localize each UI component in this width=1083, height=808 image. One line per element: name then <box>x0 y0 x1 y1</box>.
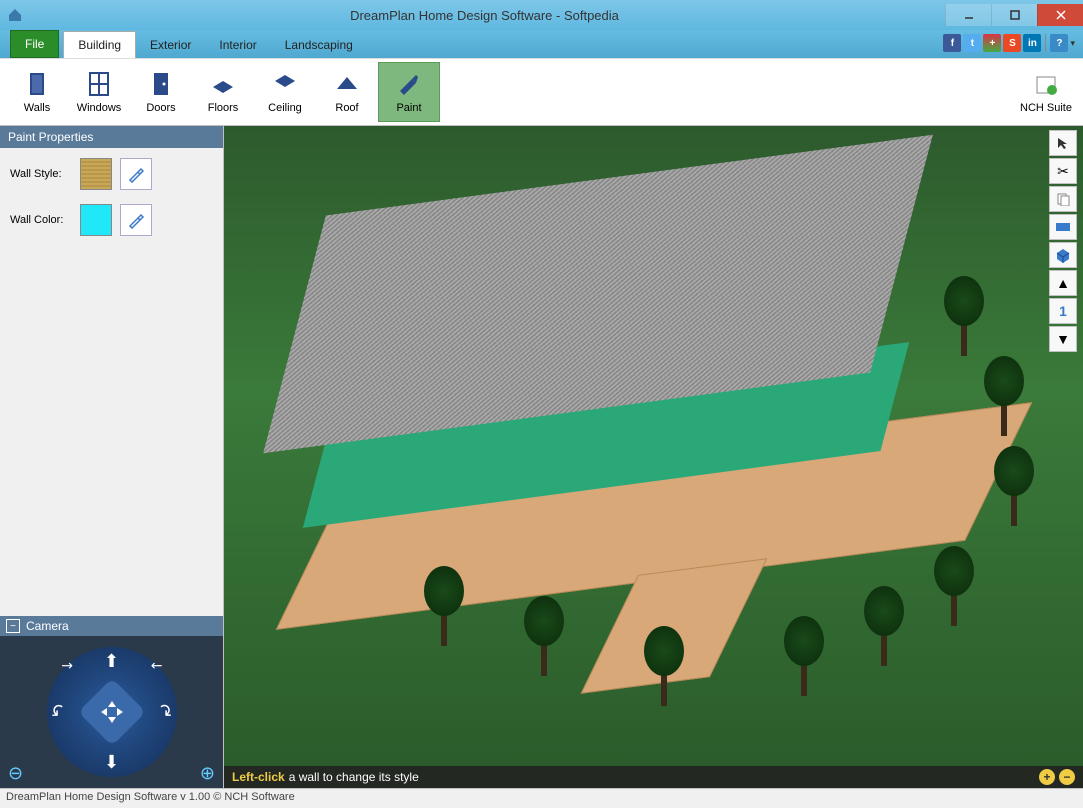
eyedropper-icon <box>127 165 145 183</box>
camera-body: ⬆ ⬇ ↶ ↷ ↘ ↙ ⊖ ⊕ <box>0 636 223 788</box>
hint-zoom-out[interactable]: − <box>1059 769 1075 785</box>
ribbon-windows[interactable]: Windows <box>68 62 130 122</box>
divider <box>1045 34 1046 52</box>
maximize-button[interactable] <box>991 4 1037 26</box>
wall-style-eyedropper[interactable] <box>120 158 152 190</box>
ribbon-ceiling[interactable]: Ceiling <box>254 62 316 122</box>
tree <box>934 546 974 626</box>
tab-strip: File Building Exterior Interior Landscap… <box>0 30 1083 58</box>
camera-rotate-left[interactable]: ↶ <box>45 699 71 725</box>
ribbon-roof[interactable]: Roof <box>316 62 378 122</box>
properties-body: Wall Style: Wall Color: <box>0 148 223 616</box>
camera-title: Camera <box>26 619 69 633</box>
eyedropper-icon <box>127 211 145 229</box>
minimize-button[interactable] <box>945 4 991 26</box>
floors-icon <box>209 70 237 98</box>
facebook-icon[interactable]: f <box>943 34 961 52</box>
tree <box>984 356 1024 436</box>
doors-icon <box>147 70 175 98</box>
camera-rotate-right[interactable]: ↷ <box>152 699 178 725</box>
home-icon[interactable] <box>6 6 24 24</box>
social-bar: f t + S in ? ▾ <box>943 34 1075 52</box>
wall-style-row: Wall Style: <box>10 158 213 190</box>
wall-color-label: Wall Color: <box>10 214 72 226</box>
viewport-3d[interactable]: ✂ ▲ 1 ▼ Left-click a wall to change its … <box>224 126 1083 788</box>
help-dropdown-icon[interactable]: ▾ <box>1070 38 1075 49</box>
left-panel: Paint Properties Wall Style: Wall Color:… <box>0 126 224 788</box>
tab-interior[interactable]: Interior <box>205 32 270 58</box>
windows-icon <box>85 70 113 98</box>
hint-zoom-in[interactable]: + <box>1039 769 1055 785</box>
hint-highlight: Left-click <box>232 770 285 784</box>
camera-tilt-up-right[interactable]: ↙ <box>146 655 166 675</box>
tree <box>784 616 824 696</box>
ribbon: Walls Windows Doors Floors Ceiling Roof … <box>0 58 1083 126</box>
tool-level-indicator[interactable]: 1 <box>1049 298 1077 324</box>
tool-level-up[interactable]: ▲ <box>1049 270 1077 296</box>
tool-pointer[interactable] <box>1049 130 1077 156</box>
help-icon[interactable]: ? <box>1050 34 1068 52</box>
ribbon-nch-suite[interactable]: NCH Suite <box>1015 62 1077 122</box>
wall-color-eyedropper[interactable] <box>120 204 152 236</box>
tree <box>524 596 564 676</box>
wall-color-swatch[interactable] <box>80 204 112 236</box>
camera-move-down[interactable]: ⬇ <box>104 752 119 773</box>
title-bar: DreamPlan Home Design Software - Softped… <box>0 0 1083 30</box>
camera-zoom-in[interactable]: ⊕ <box>200 763 215 784</box>
main-area: Paint Properties Wall Style: Wall Color:… <box>0 126 1083 788</box>
right-toolbar: ✂ ▲ 1 ▼ <box>1049 130 1079 352</box>
camera-header: − Camera <box>0 616 223 636</box>
tree <box>424 566 464 646</box>
tool-scissors[interactable]: ✂ <box>1049 158 1077 184</box>
stumbleupon-icon[interactable]: S <box>1003 34 1021 52</box>
close-button[interactable] <box>1037 4 1083 26</box>
tool-level-down[interactable]: ▼ <box>1049 326 1077 352</box>
google-plus-icon[interactable]: + <box>983 34 1001 52</box>
tool-copy[interactable] <box>1049 186 1077 212</box>
window-title: DreamPlan Home Design Software - Softped… <box>24 8 945 23</box>
ribbon-floors[interactable]: Floors <box>192 62 254 122</box>
tab-building[interactable]: Building <box>63 31 136 58</box>
ribbon-paint[interactable]: Paint <box>378 62 440 122</box>
tree <box>994 446 1034 526</box>
camera-dpad: ⬆ ⬇ ↶ ↷ ↘ ↙ <box>47 647 177 777</box>
camera-collapse-button[interactable]: − <box>6 619 20 633</box>
tree <box>944 276 984 356</box>
hint-text: a wall to change its style <box>289 770 419 784</box>
roof-icon <box>333 70 361 98</box>
tool-view-2d[interactable] <box>1049 214 1077 240</box>
camera-zoom-out[interactable]: ⊖ <box>8 763 23 784</box>
properties-header: Paint Properties <box>0 126 223 148</box>
paint-icon <box>395 70 423 98</box>
walls-icon <box>23 70 51 98</box>
twitter-icon[interactable]: t <box>963 34 981 52</box>
hint-zoom-controls: + − <box>1039 769 1075 785</box>
tool-view-3d[interactable] <box>1049 242 1077 268</box>
hint-bar: Left-click a wall to change its style + … <box>224 766 1083 788</box>
tree <box>864 586 904 666</box>
suite-icon <box>1032 70 1060 98</box>
camera-move-up[interactable]: ⬆ <box>104 651 119 672</box>
camera-tilt-up-left[interactable]: ↘ <box>56 655 76 675</box>
camera-pan-center[interactable] <box>78 678 146 746</box>
wall-style-swatch[interactable] <box>80 158 112 190</box>
ribbon-walls[interactable]: Walls <box>6 62 68 122</box>
status-bar: DreamPlan Home Design Software v 1.00 © … <box>0 788 1083 808</box>
camera-panel: − Camera ⬆ ⬇ ↶ ↷ ↘ ↙ ⊖ ⊕ <box>0 616 223 788</box>
wall-color-row: Wall Color: <box>10 204 213 236</box>
wall-style-label: Wall Style: <box>10 168 72 180</box>
tab-landscaping[interactable]: Landscaping <box>271 32 367 58</box>
tab-exterior[interactable]: Exterior <box>136 32 205 58</box>
ceiling-icon <box>271 70 299 98</box>
ribbon-doors[interactable]: Doors <box>130 62 192 122</box>
window-controls <box>945 4 1083 26</box>
tree <box>644 626 684 706</box>
linkedin-icon[interactable]: in <box>1023 34 1041 52</box>
tab-file[interactable]: File <box>10 30 59 58</box>
